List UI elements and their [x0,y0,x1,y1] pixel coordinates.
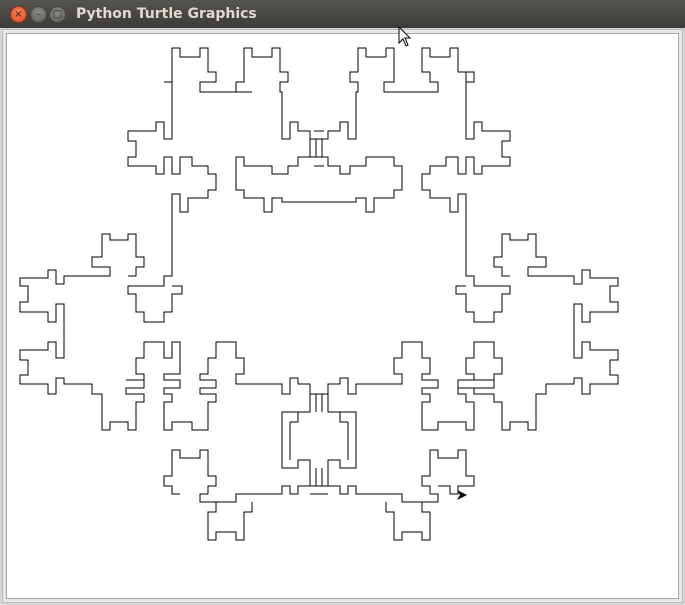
mouse-pointer-icon [398,26,412,47]
drawing-line [164,47,252,93]
drawing-line [455,285,511,323]
drawing-line [421,82,511,287]
drawing-line [236,47,475,140]
drawing-line [235,82,252,93]
drawing-line [465,233,619,431]
fractal-pattern [19,47,619,541]
drawing-line [310,468,328,495]
maximize-window-button[interactable]: □ [49,6,66,23]
turtle-drawing [19,47,619,541]
drawing-line [163,449,217,512]
drawing-line [281,394,357,469]
drawing-line [19,233,145,431]
close-icon: × [14,8,23,20]
drawing-line [289,394,349,460]
turtle-canvas-frame [2,29,683,603]
drawing-line [235,139,403,213]
turtle-canvas[interactable] [6,33,679,599]
drawing-line [421,449,475,503]
maximize-icon: □ [52,8,63,20]
minimize-window-button[interactable]: – [30,6,47,23]
window-title: Python Turtle Graphics [76,6,257,22]
close-window-button[interactable]: × [10,6,27,23]
drawing-line [127,82,217,287]
drawing-line [207,468,311,541]
window-titlebar[interactable]: × – □ Python Turtle Graphics [0,0,685,28]
drawing-line [126,341,475,431]
turtle-arrow-icon [457,490,467,500]
drawing-line [314,130,324,167]
drawing-line [457,379,474,403]
minimize-icon: – [36,8,41,20]
drawing-line [127,285,183,323]
drawing-line [327,468,431,541]
